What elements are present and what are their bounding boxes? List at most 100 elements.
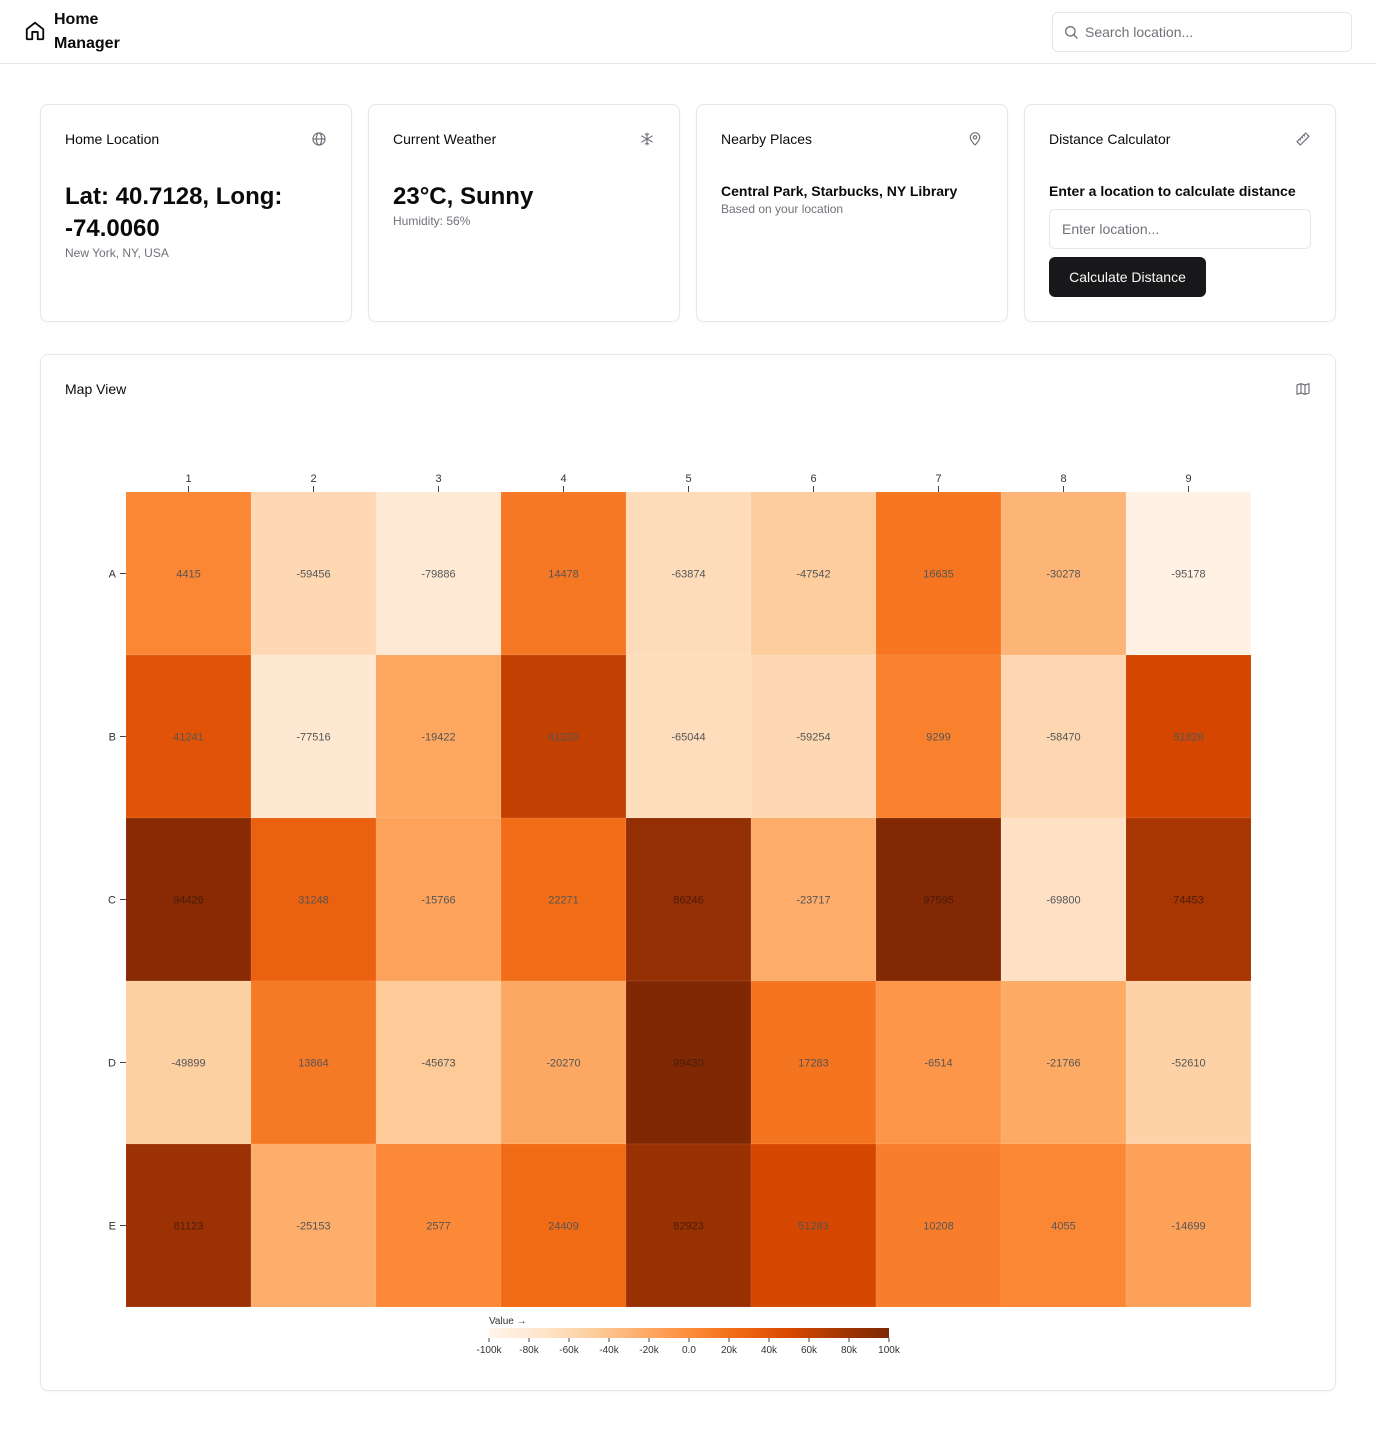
cell-value-label: 86246 (673, 895, 704, 907)
search-input[interactable] (1085, 13, 1345, 51)
cell-value-label: 97595 (923, 895, 954, 907)
x-tick-label: 3 (435, 473, 441, 485)
x-tick-label: 4 (560, 473, 566, 485)
cell-value-label: -20270 (546, 1058, 580, 1070)
cell-value-label: 4055 (1051, 1221, 1075, 1233)
legend-tick-label: 20k (721, 1345, 738, 1356)
cell-value-label: -69800 (1046, 895, 1080, 907)
cell-value-label: -25153 (296, 1221, 330, 1233)
legend-tick-label: 60k (801, 1345, 818, 1356)
cell-value-label: 81123 (174, 1221, 204, 1233)
heatmap-chart: 1 2 3 4 5 6 7 8 9 A B C D E 4415 -59456 -79886 14478 -6387… (108, 473, 1252, 1356)
x-tick-label: 2 (310, 473, 316, 485)
calculate-distance-button[interactable]: Calculate Distance (1049, 257, 1206, 297)
legend-color-bar (489, 1328, 889, 1338)
legend-tick-label: 40k (761, 1345, 778, 1356)
cell-value-label: -49899 (171, 1058, 205, 1070)
cell-value-label: -77516 (296, 732, 330, 744)
x-tick-label: 1 (185, 473, 191, 485)
cell-value-label: -59254 (796, 732, 830, 744)
cell-value-label: -21766 (1046, 1058, 1080, 1070)
y-tick-label: C (108, 895, 116, 907)
nearby-places-list: Central Park, Starbucks, NY Library (721, 183, 958, 199)
app-title: Home Manager (54, 11, 120, 52)
cell-value-label: 17283 (798, 1058, 829, 1070)
location-input[interactable] (1049, 209, 1311, 249)
x-tick-label: 8 (1060, 473, 1066, 485)
cell-value-label: 99430 (673, 1058, 704, 1070)
search-icon (1065, 26, 1078, 39)
cell-value-label: -79886 (421, 569, 455, 581)
card-title: Current Weather (393, 131, 497, 147)
card-title: Home Location (65, 131, 160, 147)
cell-value-label: -58470 (1046, 732, 1080, 744)
cell-value-label: 13864 (298, 1058, 329, 1070)
cell-value-label: 82923 (673, 1221, 704, 1233)
cell-value-label: -30278 (1046, 569, 1080, 581)
x-tick-label: 5 (685, 473, 691, 485)
snowflake-icon (641, 132, 653, 146)
cell-value-label: 10208 (923, 1221, 954, 1233)
home-place: New York, NY, USA (65, 246, 169, 260)
cell-value-label: 14478 (548, 569, 579, 581)
cell-value-label: -95178 (1171, 569, 1205, 581)
cell-value-label: 22271 (548, 895, 579, 907)
cell-value-label: -15766 (421, 895, 455, 907)
legend-tick-label: 0.0 (682, 1345, 696, 1356)
legend-tick-label: -60k (559, 1345, 579, 1356)
legend-tick-label: 80k (841, 1345, 858, 1356)
cell-value-label: 16635 (923, 569, 954, 581)
cell-value-label: -14699 (1171, 1221, 1205, 1233)
x-tick-label: 7 (935, 473, 941, 485)
cell-value-label: 51283 (798, 1221, 829, 1233)
y-tick-label: B (109, 732, 116, 744)
map-pin-icon (969, 132, 981, 146)
cell-value-label: 31248 (298, 895, 329, 907)
cell-value-label: 41241 (173, 732, 204, 744)
x-tick-label: 9 (1185, 473, 1191, 485)
cell-value-label: -19422 (421, 732, 455, 744)
home-location-card: Home Location Lat: 40.7128, Long: -74.00… (40, 104, 352, 322)
card-title: Distance Calculator (1049, 131, 1171, 147)
cell-value-label: -47542 (796, 569, 830, 581)
cell-value-label: -52610 (1171, 1058, 1205, 1070)
top-nav: Home Manager (0, 0, 1376, 64)
y-tick-label: E (109, 1221, 116, 1233)
y-tick-label: A (109, 569, 117, 581)
home-icon (25, 21, 45, 41)
cell-value-label: 94426 (173, 895, 204, 907)
map-view-card: Map View 1 2 3 4 5 6 7 8 9 A B C D E 4415 -59456 -79886 1… (40, 354, 1336, 1391)
cell-value-label: 4415 (176, 569, 200, 581)
globe-icon (312, 132, 326, 146)
home-coordinates: Lat: 40.7128, Long: -74.0060 (65, 183, 283, 242)
cell-value-label: -23717 (796, 895, 830, 907)
legend-tick-label: -20k (639, 1345, 659, 1356)
cell-value-label: 24409 (548, 1221, 579, 1233)
nearby-places-card: Nearby Places Central Park, Starbucks, N… (696, 104, 1008, 322)
cell-value-label: 51828 (1173, 732, 1204, 744)
cell-value-label: -65044 (671, 732, 705, 744)
search-box[interactable] (1052, 12, 1352, 52)
legend-tick-label: 100k (878, 1345, 901, 1356)
x-tick-label: 6 (810, 473, 816, 485)
cell-value-label: 9299 (926, 732, 950, 744)
distance-calculator-card: Distance Calculator Enter a location to … (1024, 104, 1336, 322)
cell-value-label: -6514 (924, 1058, 952, 1070)
cell-value-label: 61220 (548, 732, 579, 744)
weather-humidity: Humidity: 56% (393, 214, 471, 228)
y-tick-label: D (108, 1058, 116, 1070)
cell-value-label: -63874 (671, 569, 705, 581)
distance-prompt: Enter a location to calculate distance (1049, 183, 1296, 199)
legend-tick-label: -100k (476, 1345, 502, 1356)
weather-summary: 23°C, Sunny (393, 183, 534, 210)
legend-tick-label: -80k (519, 1345, 539, 1356)
cell-value-label: -45673 (421, 1058, 455, 1070)
weather-card: Current Weather 23°C, Sunny Humidity: 56… (368, 104, 680, 322)
cell-value-label: -59456 (296, 569, 330, 581)
legend-tick-label: -40k (599, 1345, 619, 1356)
ruler-icon (1296, 132, 1310, 146)
nearby-note: Based on your location (721, 202, 844, 216)
card-title: Nearby Places (721, 131, 813, 147)
cell-value-label: 74453 (1173, 895, 1204, 907)
legend-title: Value → (489, 1316, 527, 1327)
